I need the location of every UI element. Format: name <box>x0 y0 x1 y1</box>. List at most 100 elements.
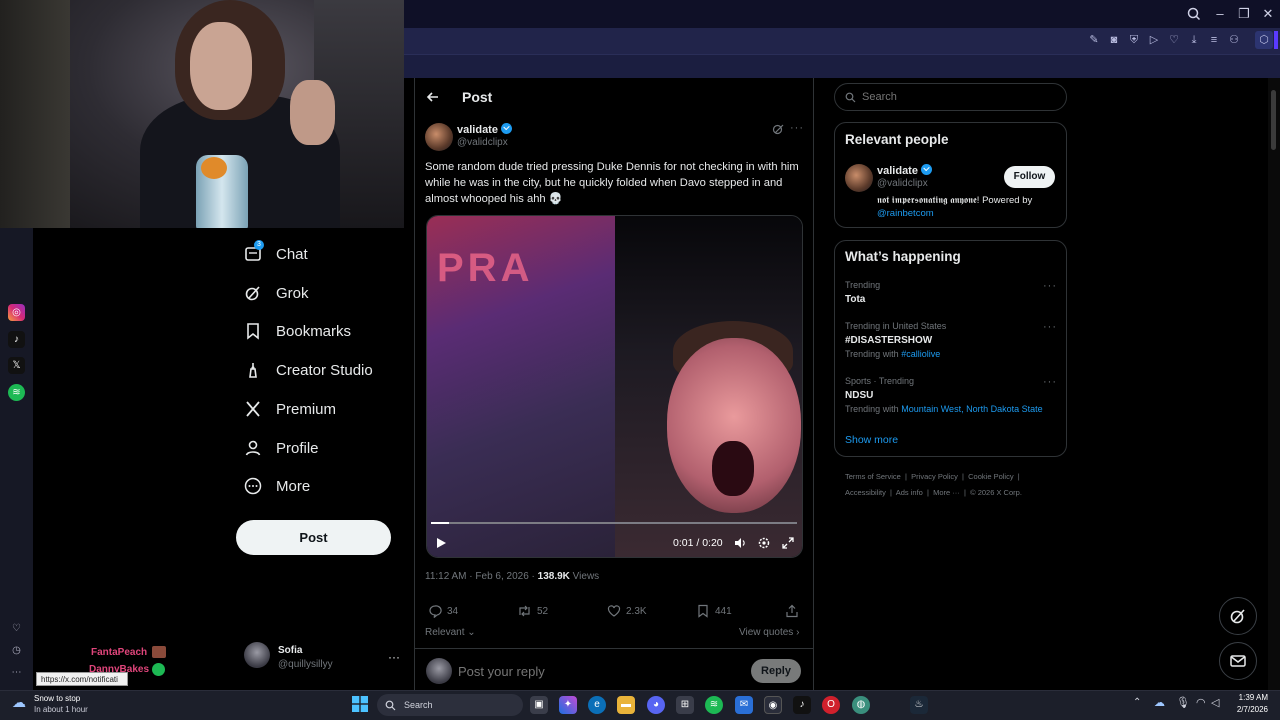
video-player[interactable]: PRA <box>426 215 803 558</box>
weather-icon[interactable]: ☁ <box>12 694 30 712</box>
repost-action[interactable]: 52 <box>517 603 548 619</box>
trend-item[interactable]: Trending in United States #DISASTERSHOW … <box>845 321 1057 359</box>
profile-icon[interactable]: ⚇ <box>1227 33 1241 47</box>
extension-icon[interactable]: ⬡ <box>1255 31 1273 49</box>
grok-fab[interactable] <box>1219 597 1257 635</box>
maximize-icon[interactable]: ❐ <box>1234 4 1254 24</box>
shield-icon[interactable]: ⛨ <box>1127 33 1141 47</box>
close-icon[interactable]: ✕ <box>1258 4 1278 24</box>
page-scrollbar[interactable] <box>1268 78 1280 690</box>
like-action[interactable]: 2.3K <box>607 603 647 619</box>
wifi-icon[interactable]: ◠ <box>1196 696 1206 709</box>
grok-analyze-icon[interactable] <box>772 123 784 135</box>
heart-icon[interactable]: ♡ <box>1167 33 1181 47</box>
reply-input[interactable] <box>458 660 738 682</box>
nav-grok[interactable]: Grok <box>244 280 309 306</box>
clock-time[interactable]: 1:39 AM <box>1226 693 1268 702</box>
tiktok-icon[interactable]: ♪ <box>8 331 25 348</box>
relevant-name[interactable]: validate <box>877 165 918 177</box>
obs-icon[interactable]: ◉ <box>764 696 782 714</box>
trend-with-link[interactable]: #calliolive <box>901 349 940 359</box>
nav-creator-studio[interactable]: Creator Studio <box>244 357 373 383</box>
store-icon[interactable]: ⊞ <box>676 696 694 714</box>
author-handle[interactable]: @validclipx <box>457 137 508 148</box>
tiktok-icon[interactable]: ♪ <box>793 696 811 714</box>
taskbar-search[interactable]: Search <box>377 694 523 716</box>
follow-button[interactable]: Follow <box>1004 166 1055 188</box>
reply-action[interactable]: 34 <box>428 603 458 619</box>
clock-date[interactable]: 2/7/2026 <box>1226 705 1268 714</box>
tray-chevron-icon[interactable]: ⌃ <box>1133 697 1141 708</box>
sort-replies-dropdown[interactable]: Relevant ⌄ <box>425 627 476 638</box>
trend-item[interactable]: Sports · Trending NDSU Trending with Mou… <box>845 376 1057 414</box>
trend-more-icon[interactable]: ··· <box>1043 280 1057 292</box>
spotify-icon[interactable]: ≋ <box>8 384 25 401</box>
relevant-handle[interactable]: @validclipx <box>877 178 928 189</box>
author-avatar[interactable] <box>425 123 453 151</box>
footer-link[interactable]: Terms of Service <box>845 472 901 481</box>
clock-icon[interactable]: ◷ <box>8 642 25 659</box>
task-view-icon[interactable]: ▣ <box>530 696 548 714</box>
video-progress-bar[interactable] <box>431 522 797 524</box>
bookmark-action[interactable]: 441 <box>696 603 732 619</box>
reply-button[interactable]: Reply <box>751 659 801 683</box>
play-icon[interactable] <box>434 536 448 550</box>
back-arrow-icon[interactable] <box>425 89 441 105</box>
menu-icon[interactable]: ≡ <box>1207 33 1221 47</box>
account-name[interactable]: Sofia <box>278 645 302 656</box>
microphone-icon[interactable]: 🎙 <box>1176 696 1190 709</box>
footer-link[interactable]: Cookie Policy <box>968 472 1013 481</box>
view-quotes-link[interactable]: View quotes › <box>739 627 799 638</box>
globe-icon[interactable]: ◍ <box>852 696 870 714</box>
nav-bookmarks[interactable]: Bookmarks <box>244 318 351 344</box>
post-more-icon[interactable]: ··· <box>790 122 804 134</box>
nav-premium[interactable]: Premium <box>244 396 336 422</box>
volume-icon[interactable]: ◁ <box>1211 696 1219 709</box>
minimize-icon[interactable]: – <box>1210 4 1230 24</box>
messages-fab[interactable] <box>1219 642 1257 680</box>
edge-icon[interactable]: e <box>588 696 606 714</box>
author-name[interactable]: validate <box>457 124 498 136</box>
x-logo-icon[interactable]: 𝕏 <box>8 357 25 374</box>
mail-icon[interactable]: ✉ <box>735 696 753 714</box>
edit-icon[interactable]: ✎ <box>1087 33 1101 47</box>
search-input[interactable] <box>862 91 1052 103</box>
post-button[interactable]: Post <box>236 520 391 555</box>
discord-icon[interactable]: ◕ <box>647 696 665 714</box>
trend-more-icon[interactable]: ··· <box>1043 376 1057 388</box>
sidebar-toggle[interactable] <box>1274 31 1278 49</box>
settings-gear-icon[interactable] <box>757 536 771 550</box>
search-icon[interactable] <box>1184 4 1204 24</box>
nav-more[interactable]: More <box>244 473 310 499</box>
file-explorer-icon[interactable]: ▬ <box>617 696 635 714</box>
footer-link[interactable]: Accessibility <box>845 488 886 497</box>
spotify-icon[interactable]: ≋ <box>705 696 723 714</box>
author-name-row[interactable]: validate <box>457 123 512 136</box>
fullscreen-icon[interactable] <box>781 536 795 550</box>
opera-icon[interactable]: O <box>822 696 840 714</box>
footer-link[interactable]: More ··· <box>933 488 960 497</box>
relevant-name-row[interactable]: validate <box>877 164 932 177</box>
heart-icon[interactable]: ♡ <box>8 620 25 637</box>
footer-link[interactable]: Ads info <box>896 488 923 497</box>
copilot-icon[interactable]: ✦ <box>559 696 577 714</box>
camera-icon[interactable]: ◙ <box>1107 33 1121 47</box>
volume-icon[interactable] <box>733 536 747 550</box>
instagram-icon[interactable]: ◎ <box>8 304 25 321</box>
download-icon[interactable]: ⤓ <box>1187 33 1201 47</box>
nav-chat[interactable]: 3 Chat <box>244 240 308 267</box>
relevant-avatar[interactable] <box>845 164 873 192</box>
nav-profile[interactable]: Profile <box>244 435 319 461</box>
share-action[interactable] <box>785 603 799 619</box>
footer-link[interactable]: Privacy Policy <box>911 472 958 481</box>
windows-start-icon[interactable] <box>352 696 368 712</box>
sort-label[interactable]: Relevant <box>425 627 464 638</box>
show-more-link[interactable]: Show more <box>845 434 898 446</box>
trend-with-link[interactable]: Mountain West, North Dakota State <box>901 404 1042 414</box>
trend-item[interactable]: Trending Tota ··· <box>845 280 1057 305</box>
account-avatar[interactable] <box>244 642 270 668</box>
more-dots-icon[interactable]: ⋯ <box>8 664 25 681</box>
trend-more-icon[interactable]: ··· <box>1043 321 1057 333</box>
onedrive-icon[interactable]: ☁ <box>1154 696 1165 709</box>
weather-title[interactable]: Snow to stop <box>34 694 80 703</box>
